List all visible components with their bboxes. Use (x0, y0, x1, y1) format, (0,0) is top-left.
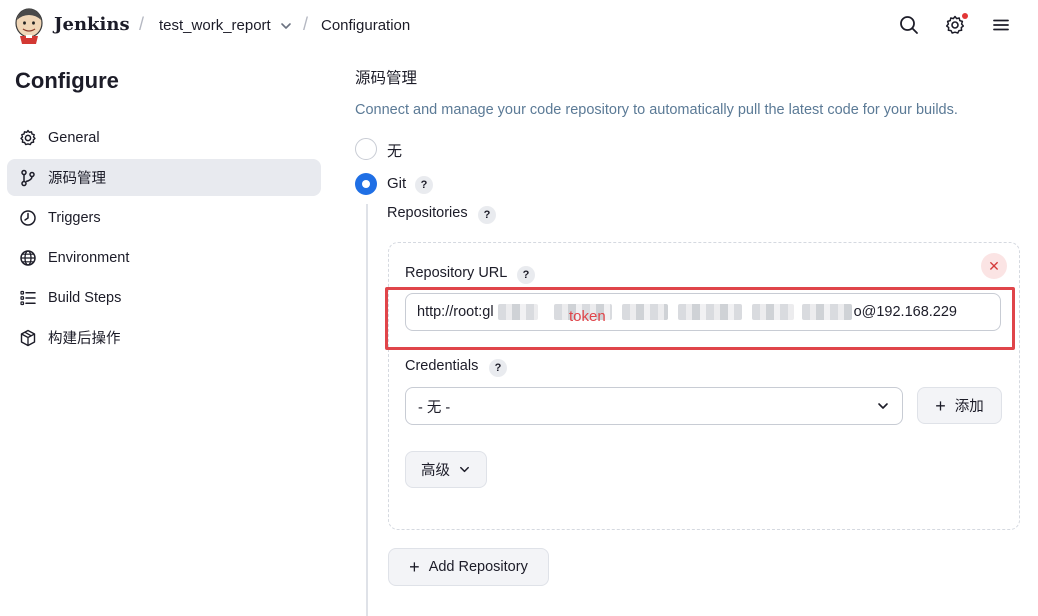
globe-icon (18, 248, 38, 268)
sidebar-item-build-steps[interactable]: Build Steps (7, 279, 321, 316)
gear-icon (18, 128, 38, 148)
sidebar-title: Configure (15, 68, 119, 93)
section-title: 源码管理 (355, 70, 418, 87)
chevron-down-icon (458, 463, 471, 476)
sidebar-item-label: Build Steps (48, 289, 122, 306)
chevron-down-icon (876, 399, 890, 413)
advanced-label: 高级 (421, 463, 450, 479)
sidebar-item-post-build[interactable]: 构建后操作 (7, 319, 321, 356)
sidebar-item-label: 源码管理 (48, 171, 106, 187)
annotation-highlight-box (385, 287, 1015, 350)
breadcrumb-project[interactable]: test_work_report (159, 17, 271, 34)
jenkins-logo[interactable] (12, 6, 46, 44)
sidebar-item-label: 构建后操作 (48, 331, 121, 347)
advanced-button[interactable]: 高级 (405, 451, 487, 488)
sidebar-item-label: Environment (48, 249, 130, 266)
scm-none-label[interactable]: 无 (387, 140, 402, 161)
clock-icon (18, 208, 38, 228)
repositories-help-icon[interactable]: ? (478, 206, 496, 224)
breadcrumb-separator: / (303, 14, 309, 34)
menu-icon[interactable] (988, 12, 1014, 38)
sidebar-item-label: General (48, 129, 100, 146)
plus-icon: + (935, 395, 946, 416)
plus-icon: + (409, 557, 420, 577)
scm-git-label[interactable]: Git (387, 175, 406, 192)
add-credentials-label: 添加 (954, 399, 984, 415)
sidebar-item-general[interactable]: General (7, 119, 321, 156)
settings-gear-icon[interactable] (942, 12, 968, 38)
package-icon (18, 328, 38, 348)
breadcrumb-separator: / (139, 14, 145, 34)
add-credentials-button[interactable]: + 添加 (917, 387, 1002, 424)
git-branch-icon (18, 168, 38, 188)
brand-name[interactable]: Jenkins (54, 14, 130, 35)
top-bar: Jenkins / test_work_report / Configurati… (0, 0, 1038, 52)
repositories-label: Repositories (387, 205, 468, 221)
credentials-selected-value: - 无 - (418, 399, 451, 416)
add-repository-button[interactable]: + Add Repository (388, 548, 549, 586)
repository-url-help-icon[interactable]: ? (517, 266, 535, 284)
credentials-label: Credentials (405, 358, 479, 374)
remove-repository-close-icon[interactable]: ✕ (981, 253, 1007, 279)
search-icon[interactable] (896, 12, 922, 38)
add-repository-label: Add Repository (428, 559, 528, 575)
sidebar-item-triggers[interactable]: Triggers (7, 199, 321, 236)
credentials-help-icon[interactable]: ? (489, 359, 507, 377)
sidebar-item-source-code[interactable]: 源码管理 (7, 159, 321, 196)
sidebar-item-label: Triggers (48, 209, 101, 226)
scm-git-radio[interactable] (355, 173, 377, 195)
credentials-select[interactable]: - 无 - (405, 387, 903, 425)
breadcrumb-configuration[interactable]: Configuration (321, 17, 410, 34)
repository-url-label: Repository URL (405, 265, 508, 281)
section-description: Connect and manage your code repository … (355, 102, 958, 118)
list-icon (18, 288, 38, 308)
scm-none-radio[interactable] (355, 138, 377, 160)
git-help-icon[interactable]: ? (415, 176, 433, 194)
notification-dot (962, 13, 968, 19)
section-indent-line (366, 204, 368, 616)
chevron-down-icon[interactable] (279, 19, 293, 33)
sidebar-item-environment[interactable]: Environment (7, 239, 321, 276)
